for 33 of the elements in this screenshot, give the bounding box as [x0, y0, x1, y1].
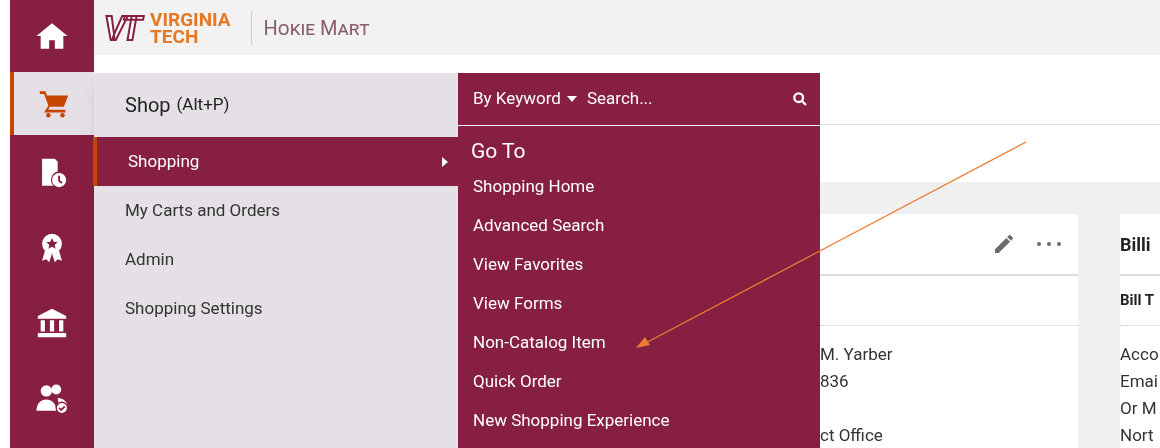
address-line: 836: [820, 370, 850, 393]
billing-line: Acco: [1120, 343, 1160, 366]
submenu-link[interactable]: Shopping Home: [458, 167, 820, 206]
flyout-menu-item[interactable]: Shopping Settings: [94, 284, 458, 333]
caret-down-icon: [566, 96, 577, 102]
section-subtitle: Bill T: [1120, 290, 1155, 312]
submenu-heading: Go To: [470, 138, 527, 164]
more-icon[interactable]: [1036, 241, 1062, 247]
submenu-link[interactable]: Quick Order: [458, 362, 820, 401]
submenu-link[interactable]: View Forms: [458, 284, 820, 323]
pencil-icon[interactable]: [992, 232, 1016, 256]
flyout-menu-item[interactable]: Shopping: [93, 137, 458, 186]
billing-line: Emai: [1120, 370, 1159, 393]
submenu-link[interactable]: Non-Catalog Item: [458, 323, 820, 362]
app-name: Hokie Mart: [263, 14, 370, 42]
address-line: ct Office: [820, 424, 884, 447]
address-line: M. Yarber: [820, 343, 894, 366]
section-title: Billi: [1120, 232, 1151, 257]
billing-line: Or M: [1120, 397, 1158, 420]
search-icon[interactable]: [792, 91, 808, 107]
search-field[interactable]: Search...: [586, 86, 792, 112]
shortcut-hint: (Alt+P): [176, 93, 230, 117]
billing-line: Nort: [1120, 424, 1155, 447]
logo-line: VIRGINIA: [150, 10, 231, 28]
flyout-menu-item[interactable]: Admin: [94, 235, 458, 284]
caret-right-icon: [442, 156, 448, 167]
flyout-title: Shop: [125, 92, 171, 119]
flyout-menu-item[interactable]: My Carts and Orders: [94, 186, 458, 235]
logo-line: TECH: [150, 27, 199, 45]
submenu-link[interactable]: New Shopping Experience: [458, 401, 820, 440]
submenu-link[interactable]: View Favorites: [458, 245, 820, 284]
search-scope-dropdown[interactable]: By Keyword: [473, 86, 577, 112]
submenu-link[interactable]: Advanced Search: [458, 206, 820, 245]
